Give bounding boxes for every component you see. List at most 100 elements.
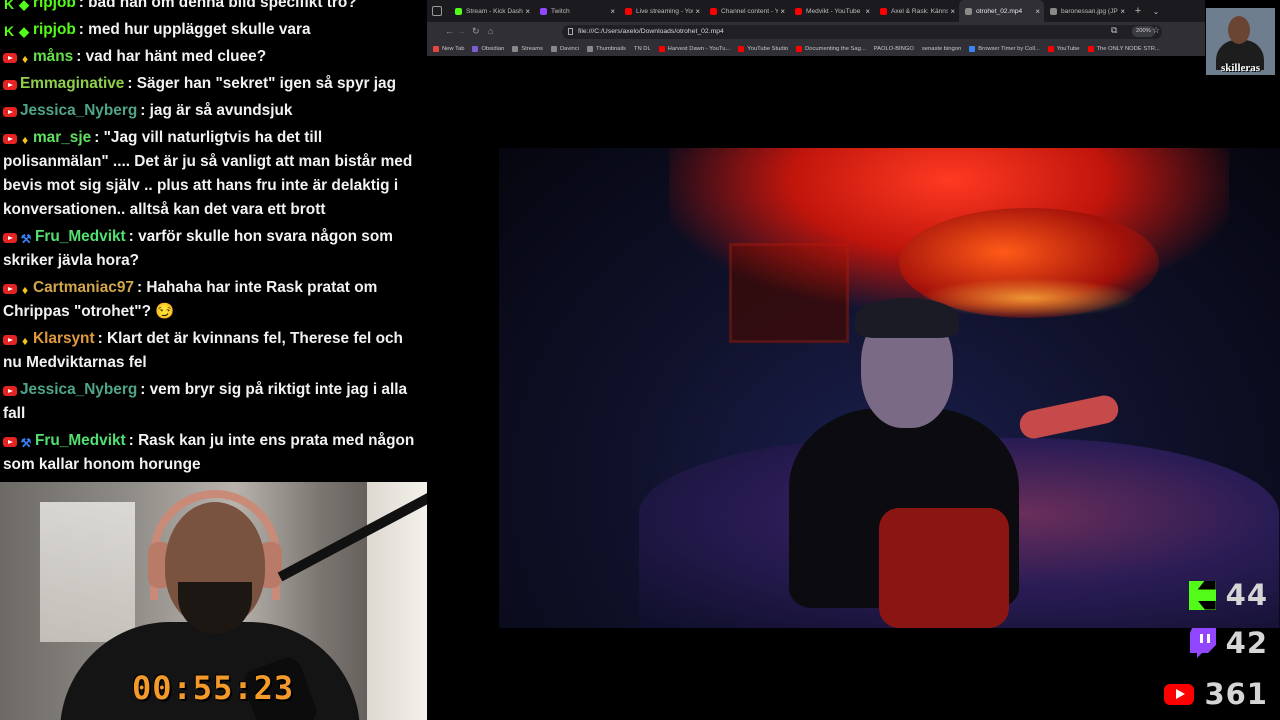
chat-message: Emmaginative: Säger han "sekret" igen så… [3, 72, 423, 96]
chat-username[interactable]: Jessica_Nyberg [20, 381, 137, 398]
bulb-badge-icon: ♦ [21, 283, 29, 297]
tab-close-icon[interactable]: × [695, 7, 700, 16]
chat-username[interactable]: ripjob [33, 0, 76, 11]
chat-username[interactable]: Cartmaniac97 [33, 279, 134, 296]
browser-tab[interactable]: Axel & Rask: Känns o× [874, 0, 959, 22]
youtube-badge-icon [3, 437, 17, 447]
chat-separator: : [140, 381, 150, 398]
tab-label: Live streaming - You [636, 7, 694, 15]
chat-message: ♦ Cartmaniac97: Hahaha har inte Rask prat… [3, 276, 423, 324]
tab-favicon-icon [795, 7, 802, 15]
stream-timer: 00:55:23 [132, 669, 295, 707]
forward-arrow-icon[interactable]: → [457, 26, 466, 36]
chat-separator: : [78, 0, 89, 11]
bookmark-item[interactable]: The ONLY NODE STR... [1087, 46, 1160, 52]
chat-username[interactable]: måns [33, 48, 73, 65]
browser-tab[interactable]: baronessan.jpg (JPEG ima× [1044, 0, 1129, 22]
bookmark-item[interactable]: TN DL [634, 46, 651, 52]
bookmark-item[interactable]: senaste bingon [922, 46, 961, 52]
bulb-badge-icon: ♦ [21, 133, 29, 147]
channel-name: skilleras [1220, 62, 1261, 74]
bookmark-item[interactable]: Thumbnails [586, 46, 626, 52]
tab-favicon-icon [880, 7, 887, 15]
bulb-badge-icon: ♦ [21, 334, 29, 348]
tab-favicon-icon [710, 7, 717, 15]
bookmark-item[interactable]: Davinci [550, 46, 579, 52]
chat-panel: K ◆ ripjob: bad han om denna bild specifik… [0, 0, 427, 482]
chat-separator: : [76, 48, 86, 65]
chat-message: Jessica_Nyberg: jag är så avundsjuk [3, 99, 423, 123]
chat-separator: : [128, 228, 139, 245]
bookmark-favicon-icon [472, 46, 479, 52]
bookmark-label: TN DL [633, 46, 651, 52]
tab-close-icon[interactable]: × [1035, 7, 1040, 16]
chat-username[interactable]: mar_sje [33, 129, 91, 146]
browser-tab[interactable]: Channel content - Yo × [704, 0, 789, 22]
tab-close-icon[interactable]: × [950, 7, 955, 16]
bookmark-item[interactable]: YouTube [1047, 46, 1080, 52]
bookmark-label: New Tab [442, 46, 465, 52]
browser-tab[interactable]: Medvikt - YouTube × [789, 0, 874, 22]
browser-tab[interactable]: Twitch × [534, 0, 619, 22]
chat-message: Jessica_Nyberg: vem bryr sig på riktigt … [3, 378, 423, 426]
bookmark-star-icon[interactable]: ☆ [1152, 25, 1160, 36]
tab-label: Axel & Rask: Känns o [891, 7, 949, 15]
window-menu-icon[interactable] [432, 6, 442, 16]
new-tab-button[interactable]: + [1129, 5, 1147, 17]
youtube-badge-icon [3, 80, 17, 90]
screenshot-icon[interactable]: ⧉ [1111, 25, 1117, 36]
youtube-badge-icon [3, 107, 17, 117]
browser-tab[interactable]: Stream - Kick Dashbo× [449, 0, 534, 22]
chat-separator: : [140, 102, 150, 119]
bookmark-item[interactable]: Browser Timer by Coll... [969, 46, 1040, 52]
bookmark-item[interactable]: PAOLO-BINGO [874, 46, 914, 52]
address-bar[interactable]: file:///C:/Users/axelo/Downloads/otrohet… [562, 25, 1162, 39]
bookmark-item[interactable]: Documenting the Sag... [796, 46, 866, 52]
diamond-badge-icon: ◆ [19, 0, 29, 12]
video-player[interactable] [499, 148, 1280, 628]
browser-tab[interactable]: Live streaming - You × [619, 0, 704, 22]
youtube-viewer-number: 361 [1204, 677, 1268, 711]
chat-username[interactable]: Fru_Medvikt [35, 432, 126, 449]
tab-close-icon[interactable]: × [525, 7, 530, 16]
bookmark-label: senaste bingon [921, 46, 962, 52]
home-icon[interactable]: ⌂ [488, 26, 493, 36]
browser-tab[interactable]: otrohet_02.mp4 × [959, 0, 1044, 22]
tab-close-icon[interactable]: × [1120, 7, 1125, 16]
bookmark-label: PAOLO-BINGO [873, 46, 914, 52]
bookmark-item[interactable]: Harvest Dawn - YouTu... [658, 46, 731, 52]
tab-favicon-icon [625, 7, 632, 15]
kick-badge-icon: K [3, 0, 15, 12]
video-person-bandana [855, 298, 959, 338]
chat-username[interactable]: Klarsynt [33, 330, 95, 347]
tab-favicon-icon [1050, 7, 1057, 15]
chat-message-text: med hur upplägget skulle vara [88, 21, 311, 38]
back-arrow-icon[interactable]: ← [445, 26, 454, 36]
youtube-badge-icon [3, 386, 17, 396]
tab-favicon-icon [540, 7, 547, 15]
bookmark-item[interactable]: Obsidian [472, 46, 504, 52]
chat-message: K ◆ ripjob: med hur upplägget skulle vara [3, 18, 423, 42]
kick-viewer-number: 44 [1225, 578, 1268, 612]
chat-username[interactable]: ripjob [33, 21, 76, 38]
bookmark-item[interactable]: Streams [512, 46, 543, 52]
tab-close-icon[interactable]: × [610, 7, 615, 16]
reload-icon[interactable]: ↻ [472, 26, 480, 37]
tab-label: baronessan.jpg (JPEG ima [1061, 7, 1118, 15]
bookmark-label: Davinci [559, 46, 579, 52]
chat-message: ♦ måns: vad har hänt med cluee? [3, 45, 423, 69]
chat-separator: : [127, 75, 137, 92]
bookmark-favicon-icon [512, 46, 519, 52]
chat-username[interactable]: Emmaginative [20, 75, 124, 92]
bookmark-label: YouTube [1056, 46, 1080, 52]
webcam-background-window [40, 502, 135, 642]
bookmark-item[interactable]: New Tab [433, 46, 464, 52]
tab-close-icon[interactable]: × [865, 7, 870, 16]
tab-list-chevron-down-icon[interactable]: ⌄ [1147, 7, 1165, 16]
bookmark-label: YouTube Studio [747, 46, 789, 52]
chat-username[interactable]: Fru_Medvikt [35, 228, 126, 245]
bookmark-label: Harvest Dawn - YouTu... [667, 46, 731, 52]
bookmark-item[interactable]: YouTube Studio [738, 46, 788, 52]
tab-close-icon[interactable]: × [780, 7, 785, 16]
chat-username[interactable]: Jessica_Nyberg [20, 102, 137, 119]
